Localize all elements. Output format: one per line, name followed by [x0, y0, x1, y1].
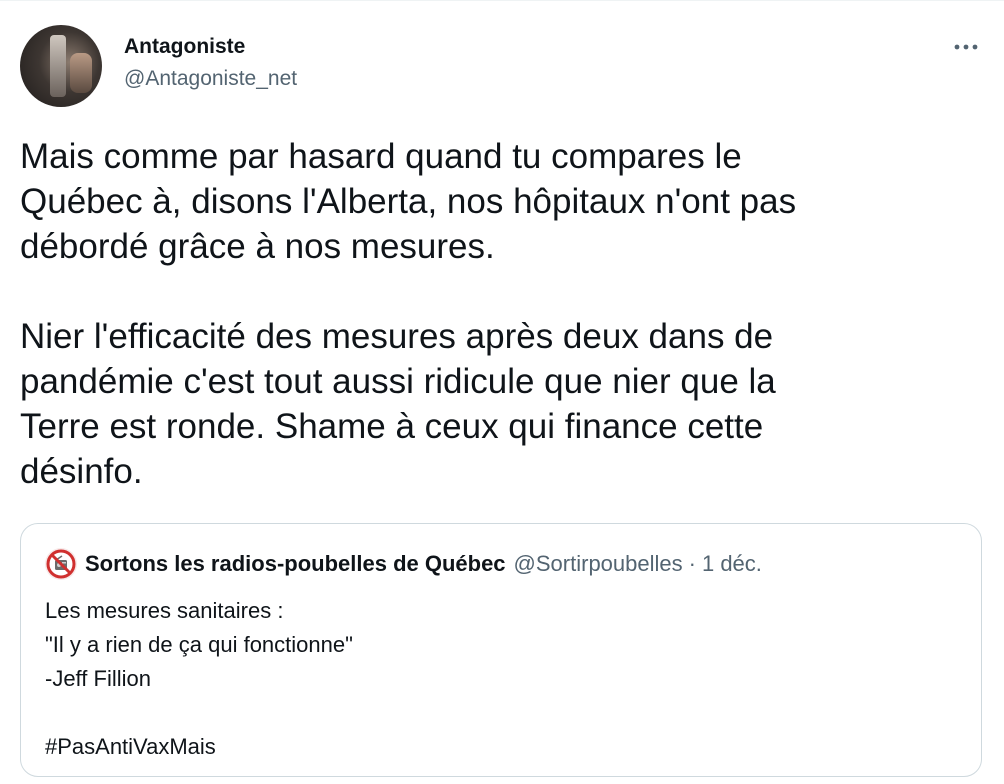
quoted-hashtag[interactable]: #PasAntiVaxMais — [45, 730, 353, 764]
quoted-tweet-date[interactable]: 1 déc. — [702, 550, 762, 578]
avatar-figure-secondary — [70, 53, 92, 93]
tweet-text: Mais comme par hasard quand tu compares … — [20, 134, 980, 494]
tweet: Antagoniste @Antagoniste_net Mais comme … — [0, 0, 1004, 784]
quoted-tweet-text: Les mesures sanitaires : "Il y a rien de… — [45, 594, 353, 764]
author-display-name[interactable]: Antagoniste — [124, 33, 297, 61]
tweet-paragraph: Nier l'efficacité des mesures après deux… — [20, 317, 776, 491]
quoted-text-line — [45, 696, 353, 730]
quoted-author-avatar[interactable] — [45, 548, 77, 580]
quoted-text-line: Les mesures sanitaires : — [45, 598, 284, 623]
avatar-figure — [50, 35, 66, 97]
quoted-text-line: "Il y a rien de ça qui fonctionne" — [45, 632, 353, 657]
no-radio-icon — [46, 549, 76, 579]
quoted-text-line: -Jeff Fillion — [45, 666, 151, 691]
quoted-tweet[interactable]: Sortons les radios-poubelles de Québec @… — [20, 523, 982, 777]
separator-dot: · — [688, 551, 696, 576]
tweet-paragraph: Mais comme par hasard quand tu compares … — [20, 137, 797, 266]
author-info: Antagoniste @Antagoniste_net — [124, 33, 297, 93]
quoted-tweet-header: Sortons les radios-poubelles de Québec @… — [45, 548, 762, 580]
quoted-author-handle[interactable]: @Sortirpoubelles — [514, 550, 683, 578]
quoted-author-name[interactable]: Sortons les radios-poubelles de Québec — [85, 550, 506, 578]
more-options-button[interactable] — [952, 35, 980, 59]
author-avatar[interactable] — [20, 25, 102, 107]
author-handle[interactable]: @Antagoniste_net — [124, 65, 297, 93]
more-horizontal-icon — [954, 44, 978, 50]
